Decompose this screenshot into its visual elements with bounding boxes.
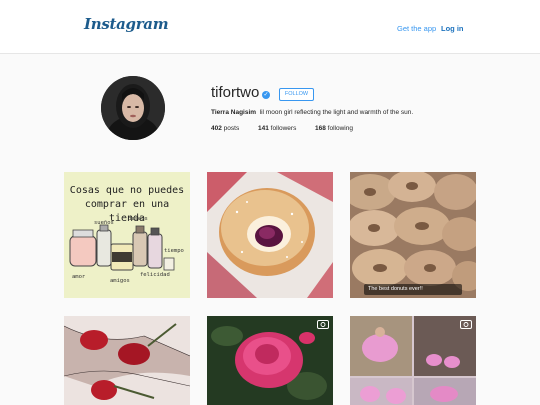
post-tile-donuts[interactable]: The best donuts ever!! [350,172,476,298]
jar-label-deseos: deseos [128,216,148,222]
jar-label-amor: amor [72,274,86,280]
instagram-logo[interactable]: Instagram [84,15,169,33]
rose-photo [207,316,333,405]
jar-label-suenos: sueños [94,220,114,226]
post-tile-dancers-video[interactable] [350,316,476,405]
jar-label-felicidad: felicidad [140,272,170,278]
log-in-link[interactable]: Log in [441,24,464,33]
jar-label-amigos: amigos [110,278,130,284]
followers-label: followers [270,125,297,132]
profile-full-name: Tierra Nagisim [211,109,257,116]
donuts-photo [350,172,476,298]
post-caption-text: The best donuts ever!! [368,286,423,292]
jelly-donut-photo [207,172,333,298]
post-tile-rose-video[interactable] [207,316,333,405]
profile-avatar[interactable] [101,76,165,140]
profile-username: tifortwo [211,84,260,101]
video-camera-icon [317,320,329,329]
top-navigation-bar: Instagram Get the app Log in [0,0,540,54]
post-caption-overlay: The best donuts ever!! [364,284,462,295]
following-count-stat[interactable]: 168 following [315,125,353,132]
post-tile-jelly-donut[interactable] [207,172,333,298]
post-tile-jars-illustration[interactable]: Cosas que no puedes comprar en una tiend… [64,172,190,298]
followers-count: 141 [258,125,269,132]
profile-bio: Tierra Nagisim lil moon girl reflecting … [211,109,413,116]
roses-legs-photo [64,316,190,405]
following-count: 168 [315,125,326,132]
followers-count-stat[interactable]: 141 followers [258,125,296,132]
post-tile-roses-legs[interactable] [64,316,190,405]
verified-badge-icon: ✓ [262,91,270,99]
jar-label-tiempo: tiempo [164,248,184,254]
following-label: following [327,125,353,132]
avatar-photo [101,76,165,140]
profile-bio-text: lil moon girl reflecting the light and w… [259,109,414,116]
dancers-photo [350,316,476,405]
get-the-app-link[interactable]: Get the app [397,24,436,33]
posts-label: posts [223,125,240,132]
follow-button[interactable]: FOLLOW [279,88,314,101]
posts-count: 402 [211,125,222,132]
posts-count-stat: 402 posts [211,125,239,132]
video-camera-icon [460,320,472,329]
